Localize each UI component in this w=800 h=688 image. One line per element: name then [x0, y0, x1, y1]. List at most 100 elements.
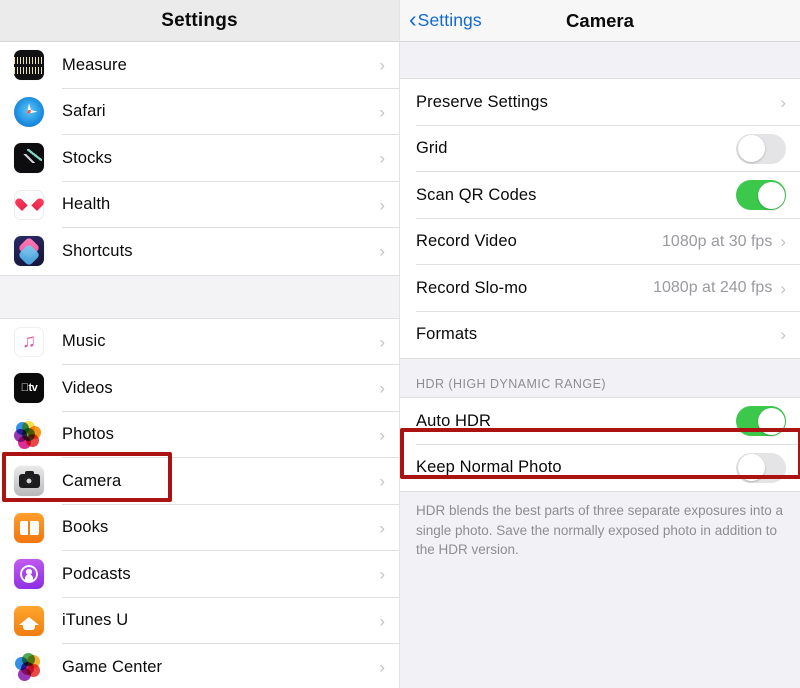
toggle-knob — [757, 407, 785, 435]
row-formats[interactable]: Formats › — [400, 311, 800, 358]
row-label: Formats — [416, 325, 478, 344]
sidebar-item-shortcuts[interactable]: Shortcuts › — [0, 228, 399, 275]
chevron-right-icon: › — [379, 148, 385, 168]
sidebar-item-label: Photos — [62, 425, 114, 444]
grid-toggle[interactable] — [736, 133, 786, 164]
back-button-label: Settings — [417, 10, 482, 30]
row-accessory — [736, 180, 786, 211]
row-preserve-settings[interactable]: Preserve Settings › — [400, 79, 800, 126]
settings-app-list: Measure › Safari › Stocks › Health › Sho… — [0, 42, 399, 688]
music-app-icon: ♫ — [14, 326, 44, 357]
sidebar-item-safari[interactable]: Safari › — [0, 88, 399, 135]
hdr-settings-group: Auto HDR Keep Normal Photo — [400, 397, 800, 492]
chevron-right-icon: › — [780, 278, 786, 298]
row-accessory: 1080p at 240 fps › — [653, 279, 786, 297]
chevron-right-icon: › — [379, 657, 385, 677]
row-accessory — [736, 133, 786, 164]
books-app-icon — [14, 512, 44, 543]
sidebar-item-health[interactable]: Health › — [0, 181, 399, 228]
row-label: Auto HDR — [416, 411, 492, 430]
chevron-right-icon: › — [379, 102, 385, 122]
sidebar-item-videos[interactable]: tv Videos › — [0, 365, 399, 412]
chevron-right-icon: › — [780, 325, 786, 345]
chevron-right-icon: › — [379, 518, 385, 538]
sidebar-item-label: Safari — [62, 102, 106, 121]
videos-app-icon: tv — [14, 373, 44, 404]
sidebar-item-label: Game Center — [62, 657, 163, 676]
sidebar-item-books[interactable]: Books › — [0, 504, 399, 551]
row-grid[interactable]: Grid — [400, 125, 800, 172]
toggle-knob — [757, 181, 785, 209]
chevron-right-icon: › — [379, 241, 385, 261]
sidebar-item-stocks[interactable]: Stocks › — [0, 135, 399, 182]
sidebar-item-itunes-u[interactable]: iTunes U › — [0, 597, 399, 644]
sidebar-item-label: Music — [62, 332, 106, 351]
chevron-right-icon: › — [780, 92, 786, 112]
auto-hdr-toggle[interactable] — [736, 406, 786, 437]
sidebar-item-label: Videos — [62, 378, 113, 397]
sidebar-item-music[interactable]: ♫ Music › — [0, 318, 399, 365]
settings-master-panel: Settings Measure › Safari › Stocks › Hea… — [0, 0, 400, 688]
chevron-right-icon: › — [379, 471, 385, 491]
chevron-right-icon: › — [379, 332, 385, 352]
sidebar-item-label: Books — [62, 518, 109, 537]
sidebar-item-label: Podcasts — [62, 564, 131, 583]
camera-settings-group: Preserve Settings › Grid Scan QR Codes R… — [400, 78, 800, 359]
row-accessory: › — [780, 326, 786, 343]
health-app-icon — [14, 189, 44, 220]
row-scan-qr-codes[interactable]: Scan QR Codes — [400, 172, 800, 219]
top-spacer — [400, 42, 800, 78]
chevron-right-icon: › — [780, 232, 786, 252]
sidebar-item-measure[interactable]: Measure › — [0, 42, 399, 89]
sidebar-item-photos[interactable]: Photos › — [0, 411, 399, 458]
camera-detail-panel: ‹ Settings Camera Preserve Settings › Gr… — [400, 0, 800, 688]
sidebar-item-camera[interactable]: Camera › — [0, 458, 399, 505]
podcasts-app-icon — [14, 559, 44, 590]
settings-group-separator — [0, 274, 399, 319]
sidebar-item-label: Camera — [62, 471, 122, 490]
settings-list-header: Settings — [0, 0, 399, 42]
shortcuts-app-icon — [14, 236, 44, 267]
chevron-right-icon: › — [379, 564, 385, 584]
itunesu-app-icon — [14, 605, 44, 636]
row-record-slo-mo[interactable]: Record Slo-mo 1080p at 240 fps › — [400, 265, 800, 312]
chevron-right-icon: › — [379, 611, 385, 631]
row-value: 1080p at 30 fps — [662, 232, 773, 250]
keep-normal-photo-toggle[interactable] — [736, 452, 786, 483]
sidebar-item-label: Health — [62, 195, 111, 214]
toggle-knob — [737, 454, 765, 482]
sidebar-item-label: iTunes U — [62, 611, 129, 630]
row-auto-hdr[interactable]: Auto HDR — [400, 398, 800, 445]
camera-nav-bar: ‹ Settings Camera — [400, 0, 800, 42]
row-accessory: 1080p at 30 fps › — [662, 233, 786, 251]
sidebar-item-label: Stocks — [62, 148, 113, 167]
row-label: Record Video — [416, 232, 517, 251]
row-value: 1080p at 240 fps — [653, 279, 773, 297]
row-keep-normal-photo[interactable]: Keep Normal Photo — [400, 444, 800, 491]
row-accessory — [736, 406, 786, 437]
chevron-right-icon: › — [379, 55, 385, 75]
chevron-right-icon: › — [379, 425, 385, 445]
hdr-section-header: HDR (HIGH DYNAMIC RANGE) — [400, 359, 800, 397]
safari-app-icon — [14, 96, 44, 127]
chevron-right-icon: › — [379, 378, 385, 398]
hdr-footer-text: HDR blends the best parts of three separ… — [400, 492, 800, 560]
ios-settings-split-view: Settings Measure › Safari › Stocks › Hea… — [0, 0, 800, 688]
row-label: Record Slo-mo — [416, 278, 528, 297]
measure-app-icon — [14, 50, 44, 81]
stocks-app-icon — [14, 143, 44, 174]
sidebar-item-label: Measure — [62, 55, 127, 74]
page-title: Settings — [161, 9, 238, 31]
row-record-video[interactable]: Record Video 1080p at 30 fps › — [400, 218, 800, 265]
row-label: Scan QR Codes — [416, 185, 537, 204]
photos-app-icon — [14, 419, 44, 450]
toggle-knob — [737, 135, 765, 163]
row-accessory: › — [780, 94, 786, 111]
sidebar-item-game-center[interactable]: Game Center › — [0, 644, 399, 688]
sidebar-item-label: Shortcuts — [62, 241, 133, 260]
sidebar-item-podcasts[interactable]: Podcasts › — [0, 551, 399, 598]
row-label: Preserve Settings — [416, 92, 548, 111]
back-button[interactable]: ‹ Settings — [409, 8, 482, 31]
gamecenter-app-icon — [14, 652, 44, 683]
scan-qr-codes-toggle[interactable] — [736, 180, 786, 211]
